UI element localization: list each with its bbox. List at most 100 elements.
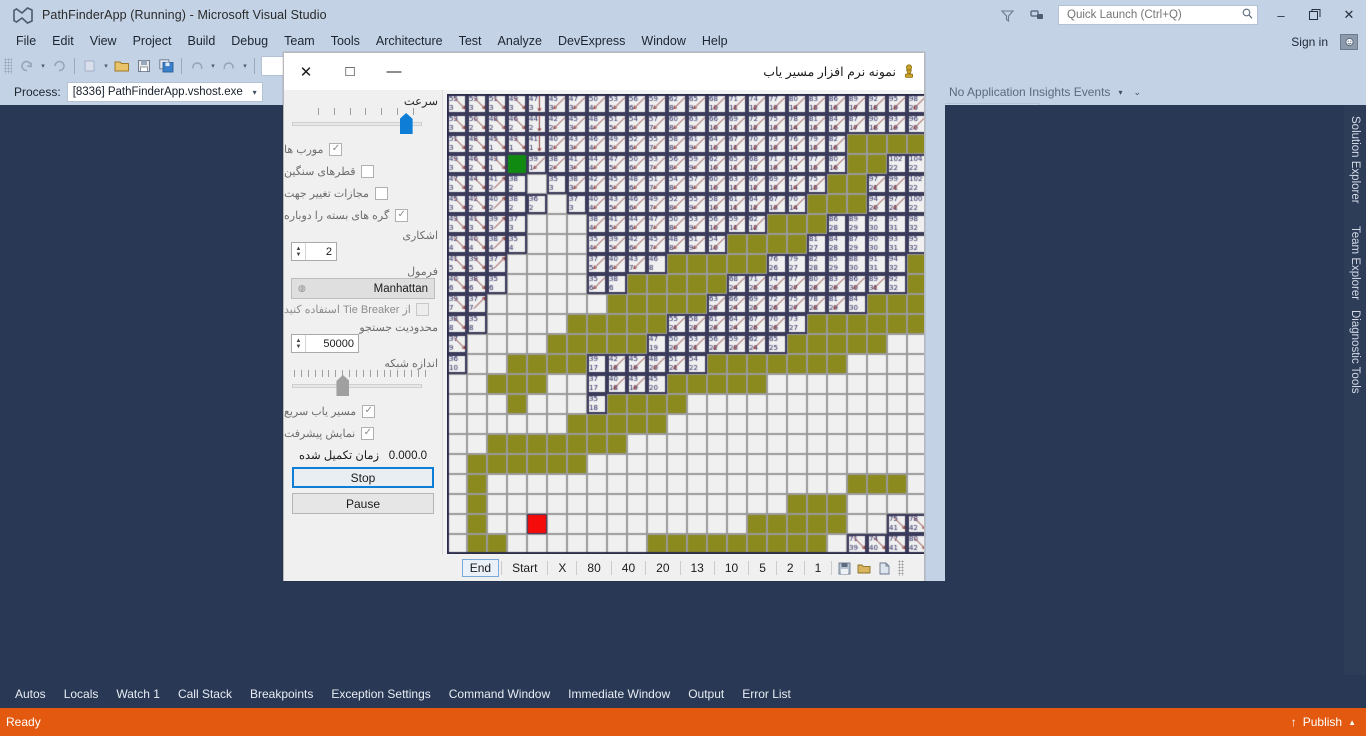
menu-item-devexpress[interactable]: DevExpress [550,32,633,50]
toolbar-size-40[interactable]: 40 [614,559,643,577]
heavy-diagonal-checkbox-row[interactable]: قطرهای سنگین [284,160,442,182]
redo-icon[interactable] [218,55,240,76]
publish-caret-icon[interactable]: ▲ [1348,718,1356,727]
feedback-smiley-icon[interactable] [1340,34,1358,50]
tiebreak-stepper[interactable]: ▲ ▼ 2 [291,242,337,261]
toolbar-size-2[interactable]: 2 [779,559,802,577]
reopen-closed-checkbox-row[interactable]: گره های بسته را دوباره [284,204,442,226]
funnel-icon[interactable] [992,1,1022,29]
tab-error-list[interactable]: Error List [733,684,800,704]
save-grid-icon[interactable] [834,559,854,577]
tab-locals[interactable]: Locals [55,684,108,704]
tab-output[interactable]: Output [679,684,733,704]
navigate-back-dropdown-icon[interactable]: ▾ [38,62,48,70]
pathfinding-grid-panel[interactable] [442,90,924,581]
show-progress-checkbox[interactable] [361,426,375,440]
tab-autos[interactable]: Autos [6,684,55,704]
pause-button[interactable]: Pause [292,493,434,514]
grid-size-slider[interactable] [284,370,442,400]
dialog-minimize-button[interactable]: — [372,57,416,87]
close-button[interactable]: ✕ [1332,1,1366,29]
chevron-down-icon[interactable]: ▾ [1115,88,1125,97]
menu-item-project[interactable]: Project [125,32,180,50]
toolbar-size-10[interactable]: 10 [717,559,746,577]
tab-command-window[interactable]: Command Window [440,684,559,704]
navigate-back-icon[interactable] [16,55,38,76]
search-input[interactable] [1065,8,1242,22]
dialog-maximize-button[interactable]: □ [328,57,372,87]
menu-item-window[interactable]: Window [633,32,693,50]
toolbar-grip[interactable] [4,57,12,74]
sidebar-item-team-explorer[interactable]: Team Explorer [1347,223,1363,303]
status-publish-group[interactable]: ↑ Publish ▲ [1291,715,1356,729]
overflow-chevron-icon[interactable]: ⌄ [1129,87,1145,98]
redo-dropdown-icon[interactable]: ▾ [240,62,250,70]
grid-size-thumb[interactable] [336,375,350,396]
menu-item-tools[interactable]: Tools [323,32,368,50]
restore-button[interactable] [1298,1,1332,29]
toolbar-size-13[interactable]: 13 [683,559,712,577]
menu-item-architecture[interactable]: Architecture [368,32,451,50]
sidebar-item-solution-explorer[interactable]: Solution Explorer [1347,113,1363,207]
menu-item-build[interactable]: Build [179,32,223,50]
menu-item-team[interactable]: Team [276,32,323,50]
minimize-button[interactable]: – [1264,1,1298,29]
tab-breakpoints[interactable]: Breakpoints [241,684,322,704]
tie-breaker-checkbox[interactable] [415,302,429,316]
speed-slider-thumb[interactable] [399,113,413,134]
menu-item-analyze[interactable]: Analyze [490,32,550,50]
notifications-icon[interactable] [1022,1,1052,29]
menu-item-edit[interactable]: Edit [44,32,82,50]
stepper-arrows-icon[interactable]: ▲ ▼ [292,243,306,260]
heavy-diagonal-checkbox[interactable] [361,164,375,178]
quick-launch-box[interactable] [1058,5,1258,25]
turn-penalty-checkbox-row[interactable]: مجازات تغییر جهت [284,182,442,204]
formula-combo[interactable]: ◍ Manhattan [291,278,435,299]
undo-icon[interactable] [186,55,208,76]
tab-exception-settings[interactable]: Exception Settings [322,684,439,704]
menu-item-view[interactable]: View [82,32,125,50]
toolbar-size-20[interactable]: 20 [648,559,677,577]
sidebar-item-diagnostic-tools[interactable]: Diagnostic Tools [1347,307,1363,397]
fast-finder-checkbox[interactable] [362,404,376,418]
undo-dropdown-icon[interactable]: ▾ [208,62,218,70]
toolbar-size-5[interactable]: 5 [751,559,774,577]
diagonal-checkbox-row[interactable]: مورب ها [284,138,442,160]
process-combo[interactable]: [8336] PathFinderApp.vshost.exe ▾ [66,82,263,102]
diagonal-checkbox[interactable] [329,142,343,156]
open-grid-icon[interactable] [854,559,874,577]
open-file-icon[interactable] [111,55,133,76]
toolbar-x-button[interactable]: X [550,559,574,577]
stepper-arrows-icon-2[interactable]: ▲ ▼ [292,335,306,352]
menu-item-file[interactable]: File [8,32,44,50]
show-progress-row[interactable]: نمایش پیشرفت [284,422,442,444]
pathfinding-grid[interactable] [447,94,924,554]
new-project-dropdown-icon[interactable]: ▾ [101,62,111,70]
new-grid-icon[interactable] [874,559,894,577]
toolbar-size-80[interactable]: 80 [579,559,608,577]
reopen-closed-checkbox[interactable] [395,208,409,222]
toolbar-size-1[interactable]: 1 [807,559,830,577]
save-icon[interactable] [133,55,155,76]
tab-call-stack[interactable]: Call Stack [169,684,241,704]
menu-item-test[interactable]: Test [451,32,490,50]
toolbar-overflow-icon[interactable] [898,560,905,576]
sign-in-link[interactable]: Sign in [1291,35,1328,49]
speed-slider[interactable] [284,108,442,138]
new-project-icon[interactable] [79,55,101,76]
search-limit-stepper[interactable]: ▲ ▼ 50000 [291,334,359,353]
tab-watch-1[interactable]: Watch 1 [107,684,169,704]
app-insights-events[interactable]: No Application Insights Events ▾ [930,85,1125,99]
turn-penalty-checkbox[interactable] [374,186,388,200]
tab-immediate-window[interactable]: Immediate Window [559,684,679,704]
fast-finder-row[interactable]: مسیر یاب سریع [284,400,442,422]
navigate-forward-icon[interactable] [48,55,70,76]
toolbar-end-button[interactable]: End [461,559,500,577]
menu-item-debug[interactable]: Debug [223,32,276,50]
tie-breaker-row[interactable]: از Tie Breaker استفاده کنید [284,299,442,319]
dialog-close-button[interactable]: ✕ [284,57,328,87]
menu-item-help[interactable]: Help [694,32,736,50]
toolbar-start-button[interactable]: Start [504,559,545,577]
save-all-icon[interactable] [155,55,177,76]
stop-button[interactable]: Stop [292,467,434,488]
